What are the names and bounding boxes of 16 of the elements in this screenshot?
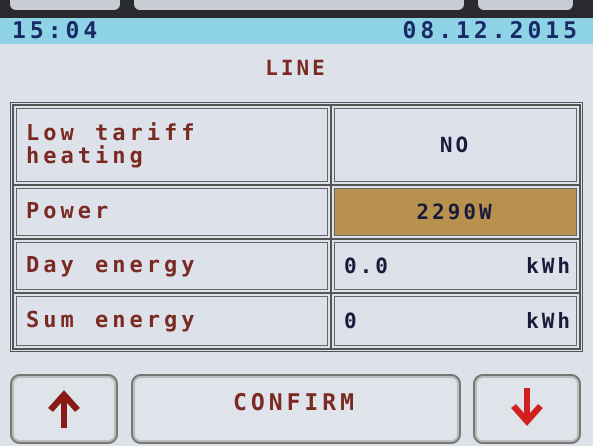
unit-text: kWh	[526, 254, 573, 278]
confirm-button[interactable]: CONFIRM	[130, 374, 460, 444]
clock-time: 15:04	[12, 18, 102, 44]
row-label: Day energy	[13, 239, 331, 293]
row-label: Sum energy	[13, 293, 331, 349]
value-text: NO	[440, 133, 472, 157]
unit-text: kWh	[526, 309, 573, 333]
value-text: 0	[344, 309, 360, 333]
row-label: Low tariff heating	[13, 105, 331, 185]
date-text: 08.12.2015	[402, 18, 581, 44]
screen-title: LINE	[264, 56, 329, 80]
value-text: 2290W	[416, 200, 495, 224]
down-button[interactable]	[473, 374, 581, 444]
row-label: Power	[13, 185, 331, 239]
up-button[interactable]	[10, 374, 118, 444]
value-text: 0.0	[344, 254, 391, 278]
